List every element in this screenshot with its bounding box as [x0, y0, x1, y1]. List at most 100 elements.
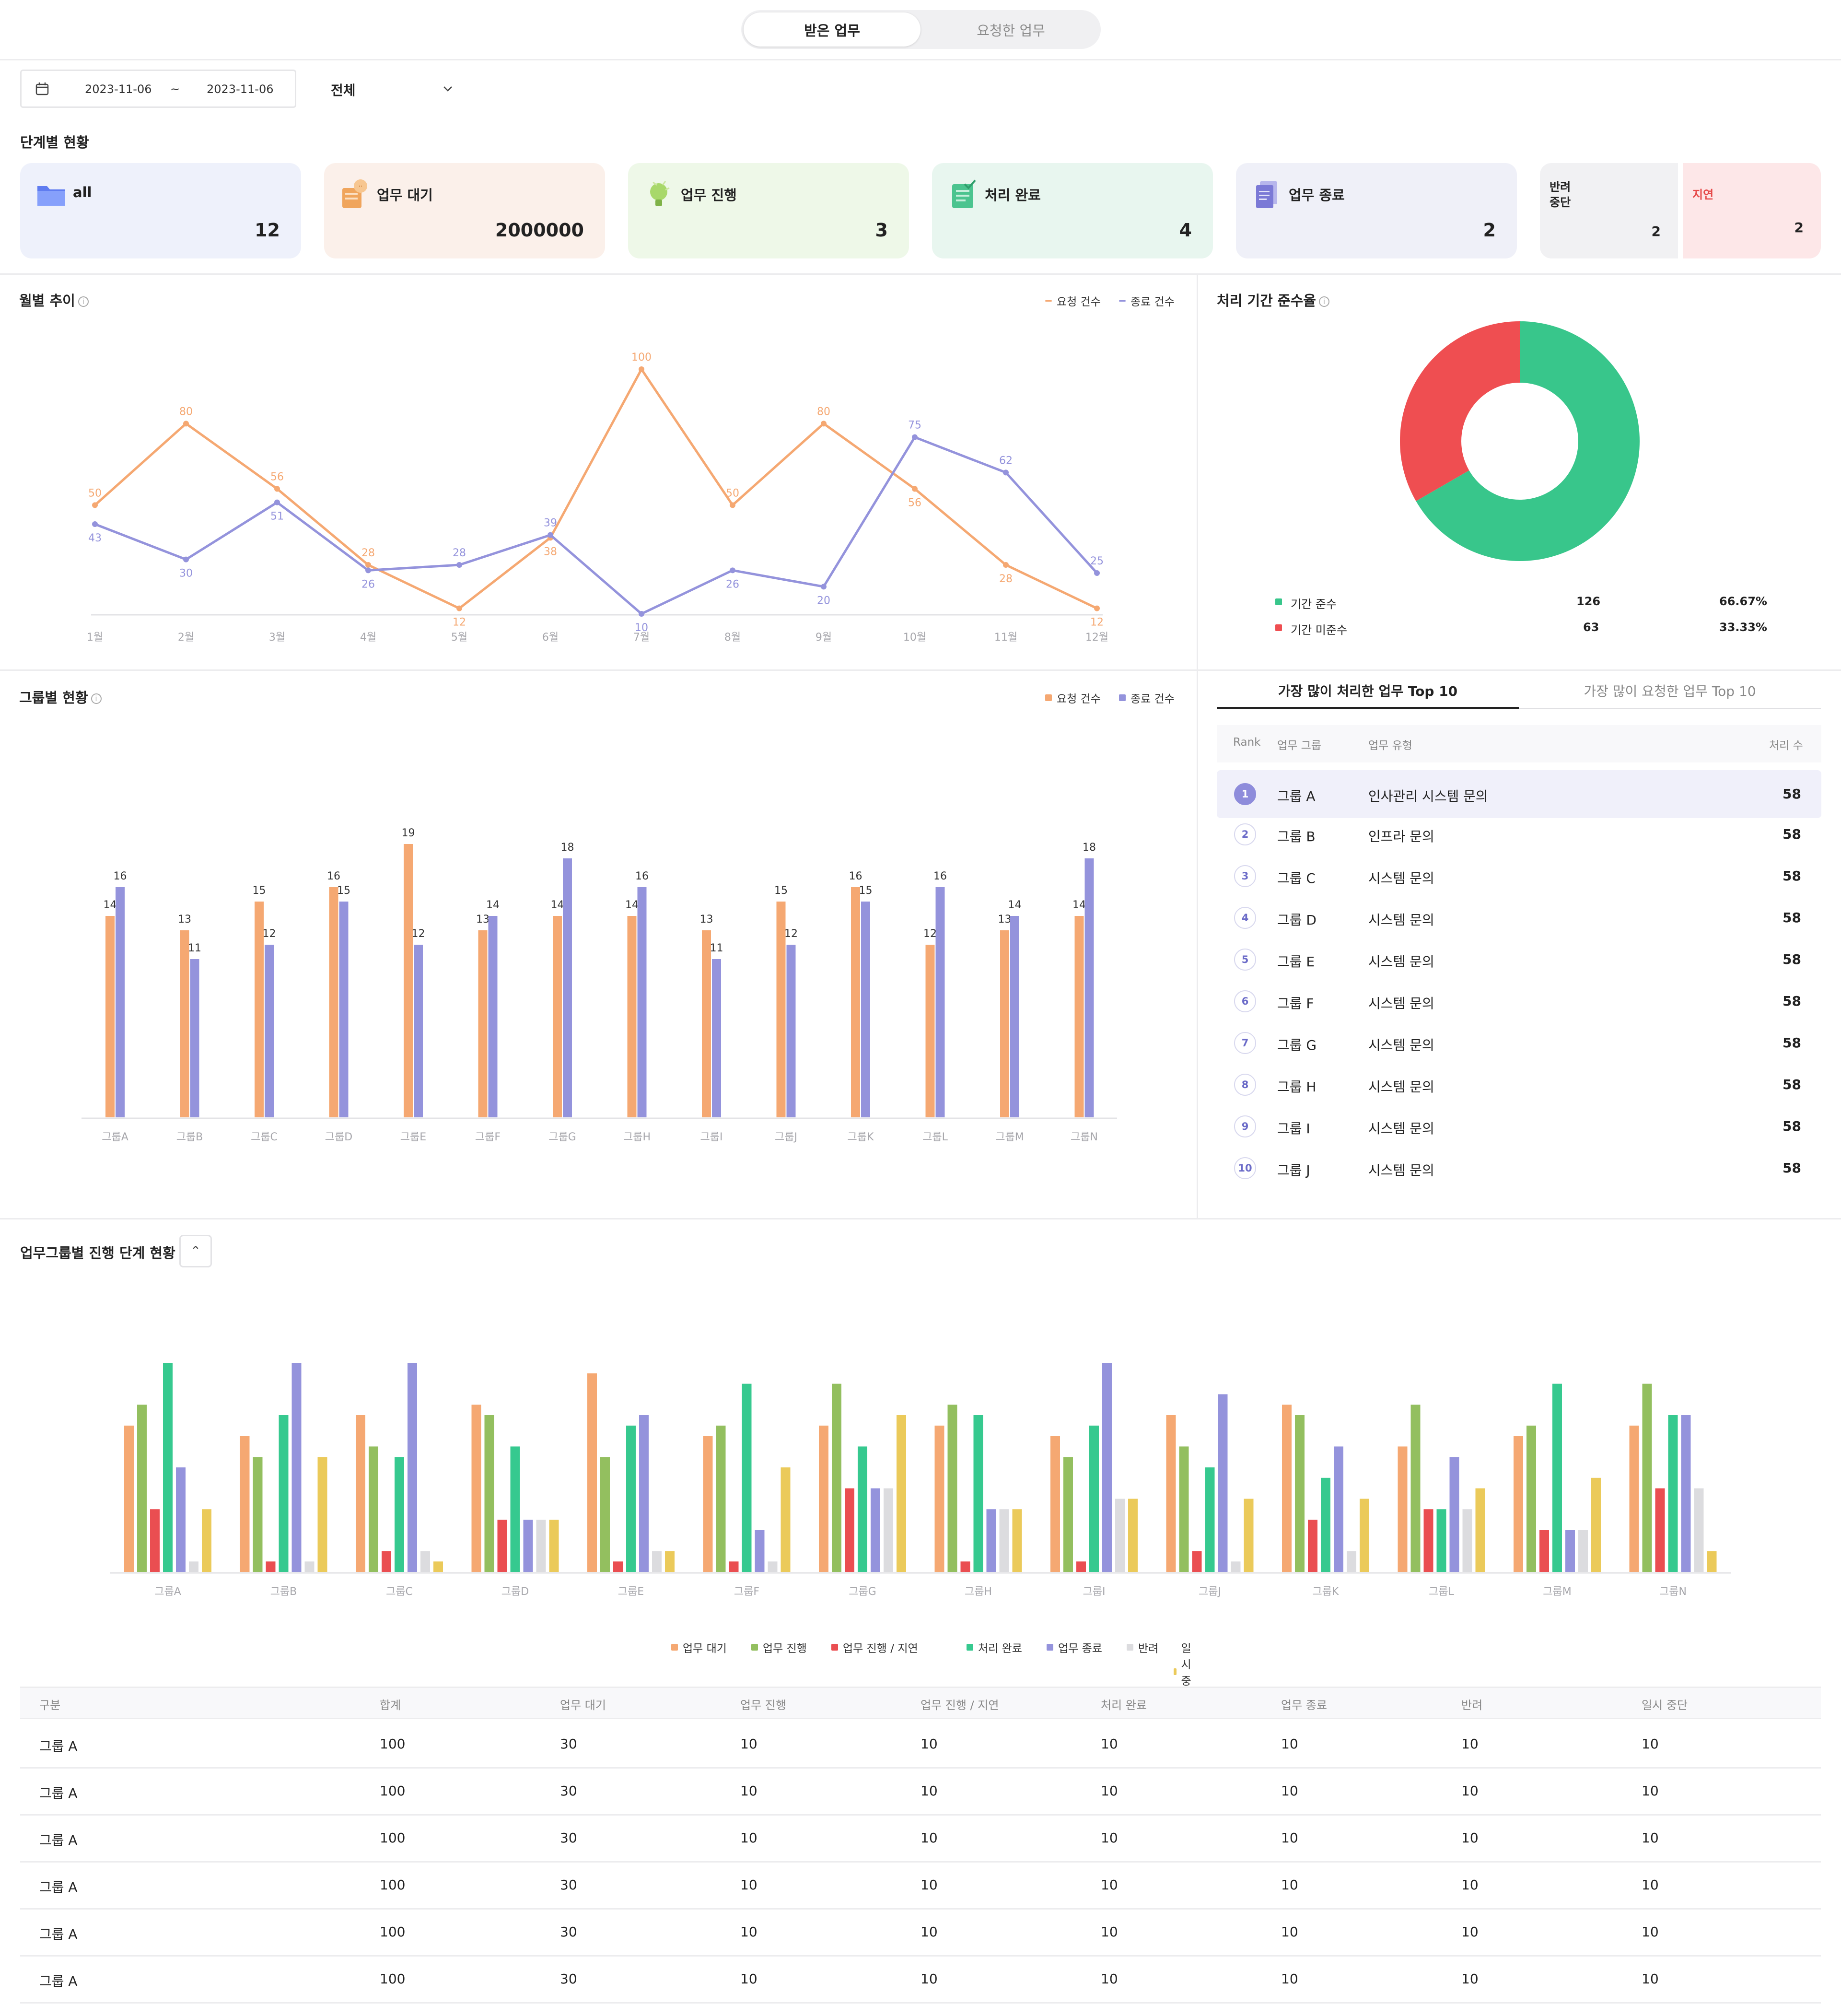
column-divider — [1197, 273, 1198, 1219]
bar — [786, 945, 796, 1117]
bar — [202, 1509, 211, 1572]
top10-row[interactable]: 7 그룹 G 시스템 문의 58 — [1217, 1032, 1821, 1081]
data-label: 50 — [726, 487, 739, 499]
stage-card-value: 2 — [1651, 223, 1661, 239]
top10-row[interactable]: 6 그룹 F 시스템 문의 58 — [1217, 990, 1821, 1040]
top10-row[interactable]: 10 그룹 J 시스템 문의 58 — [1217, 1157, 1821, 1207]
top10-type: 인프라 문의 — [1368, 829, 1434, 844]
bar-value-label: 12 — [412, 928, 425, 940]
data-label: 38 — [544, 546, 557, 558]
stage-card-waiting[interactable]: ·· 업무 대기 2000000 — [324, 163, 605, 258]
date-range-picker[interactable]: 2023-11-06 ~ 2023-11-06 — [20, 70, 296, 108]
bar — [163, 1363, 173, 1572]
bar — [1282, 1405, 1292, 1572]
bar — [266, 1561, 276, 1572]
data-label: 20 — [817, 595, 830, 607]
table-cell: 10 — [1281, 1971, 1298, 1987]
data-point — [639, 366, 644, 372]
bar — [484, 1415, 494, 1572]
top10-group: 그룹 A — [1277, 788, 1316, 804]
stage-card-completed[interactable]: 처리 완료 4 — [932, 163, 1213, 258]
bar — [960, 1561, 970, 1572]
top10-row[interactable]: 2 그룹 B 인프라 문의 58 — [1217, 823, 1821, 873]
tab-top10-processed[interactable]: 가장 많이 처리한 업무 Top 10 — [1217, 679, 1519, 703]
stage-card-closed[interactable]: 업무 종료 2 — [1236, 163, 1517, 258]
bar — [781, 1467, 791, 1572]
bar — [1347, 1551, 1356, 1572]
data-point — [365, 567, 371, 574]
monthly-trend-title: 월별 추이 i — [19, 290, 89, 310]
table-header-cell: 업무 진행 / 지연 — [920, 1699, 999, 1712]
stage-card-in-progress[interactable]: 업무 진행 3 — [628, 163, 909, 258]
bar — [369, 1446, 378, 1572]
date-from[interactable]: 2023-11-06 — [85, 82, 151, 96]
tab-received-tasks[interactable]: 받은 업무 — [744, 12, 920, 47]
data-point — [1003, 562, 1009, 568]
date-to[interactable]: 2023-11-06 — [207, 82, 273, 96]
top10-group: 그룹 B — [1277, 829, 1316, 844]
stage-card-value: 2000000 — [495, 220, 584, 241]
legend-item: 업무 종료 — [1047, 1639, 1102, 1655]
bar — [1668, 1415, 1678, 1572]
bar — [1102, 1363, 1112, 1572]
top10-row[interactable]: 3 그룹 C 시스템 문의 58 — [1217, 865, 1821, 914]
x-tick-label: 그룹B — [270, 1586, 297, 1598]
bar — [935, 887, 945, 1117]
top10-row[interactable]: 9 그룹 I 시스템 문의 58 — [1217, 1115, 1821, 1165]
stage-card-delayed[interactable]: 지연 2 — [1683, 163, 1821, 258]
rank-badge: 1 — [1234, 783, 1256, 805]
top10-row[interactable]: 8 그룹 H 시스템 문의 58 — [1217, 1074, 1821, 1123]
bar-value-label: 13 — [700, 914, 713, 926]
legend-swatch-purple — [1119, 694, 1126, 701]
bar — [1552, 1383, 1562, 1572]
bar — [433, 1561, 443, 1572]
legend-item: 업무 진행 / 지연 — [831, 1639, 918, 1655]
bar-value-label: 11 — [710, 942, 723, 954]
top10-group: 그룹 H — [1277, 1079, 1317, 1095]
table-cell: 10 — [740, 1877, 757, 1893]
bar — [1076, 1561, 1086, 1572]
bar — [317, 1457, 327, 1572]
bar — [420, 1551, 430, 1572]
bar — [1410, 1405, 1421, 1572]
date-separator: ~ — [170, 82, 180, 96]
table-cell: 10 — [1281, 1924, 1298, 1940]
legend-swatch — [967, 1644, 973, 1651]
x-tick-label: 그룹H — [965, 1586, 992, 1598]
top10-row[interactable]: 5 그룹 E 시스템 문의 58 — [1217, 949, 1821, 998]
info-icon[interactable]: i — [91, 693, 102, 704]
tab-top10-requested[interactable]: 가장 많이 요청한 업무 Top 10 — [1519, 679, 1821, 703]
stage-card-label: 업무 대기 — [377, 187, 433, 203]
legend-label: 반려 — [1138, 1642, 1159, 1655]
data-label: 62 — [999, 455, 1013, 467]
top10-row[interactable]: 1 그룹 A 인사관리 시스템 문의 58 — [1217, 770, 1821, 818]
table-cell: 10 — [1461, 1877, 1479, 1893]
stage-card-rejected-suspended[interactable]: 반려 중단 2 — [1540, 163, 1678, 258]
series-line-0 — [94, 368, 1098, 610]
progress-stage-bar-chart: 그룹A 그룹B 그룹C 그룹D 그룹E 그룹F 그룹G 그룹H 그룹I 그룹J 그룹K 그룹L 그룹M 그… — [110, 1363, 1731, 1598]
x-tick-label: 그룹M — [995, 1131, 1024, 1143]
x-tick-label: 그룹I — [1083, 1586, 1106, 1598]
tab-requested-tasks[interactable]: 요청한 업무 — [923, 12, 1098, 47]
bar — [973, 1415, 983, 1572]
x-tick-label: 그룹E — [618, 1586, 644, 1598]
stage-card-all[interactable]: all 12 — [20, 163, 301, 258]
bar — [471, 1405, 481, 1572]
top10-row[interactable]: 4 그룹 D 시스템 문의 58 — [1217, 907, 1821, 956]
info-icon[interactable]: i — [78, 296, 89, 307]
top10-header-rank: Rank — [1233, 736, 1261, 749]
table-cell: 100 — [380, 1877, 406, 1893]
data-point — [821, 421, 827, 427]
legend-label: 업무 진행 / 지연 — [843, 1642, 918, 1655]
compliance-count: 126 — [1576, 595, 1601, 608]
bar — [613, 1561, 623, 1572]
x-tick-label: 그룹N — [1659, 1586, 1687, 1598]
x-tick-label: 그룹G — [548, 1131, 576, 1143]
group-select[interactable]: 전체 — [331, 70, 460, 108]
collapse-button[interactable]: ⌃ — [179, 1235, 212, 1267]
table-cell: 10 — [1101, 1783, 1118, 1799]
x-tick-label: 그룹L — [922, 1131, 948, 1143]
checklist-icon — [952, 179, 976, 208]
info-icon[interactable]: i — [1318, 296, 1329, 307]
bar — [1449, 1457, 1459, 1572]
